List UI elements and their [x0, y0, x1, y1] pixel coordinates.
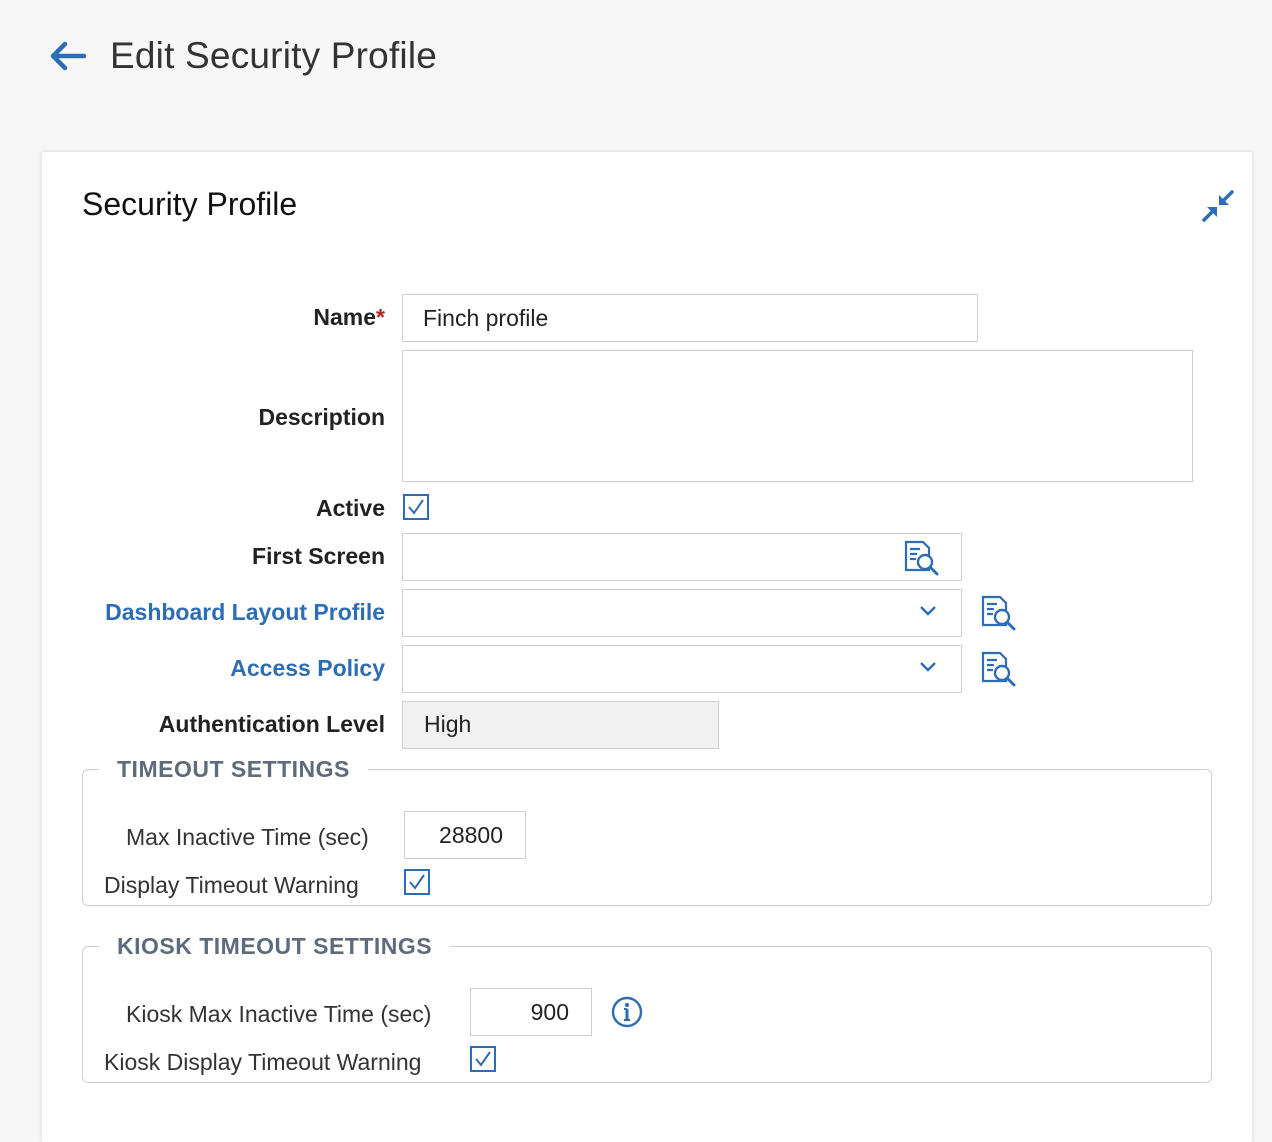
access-policy-link[interactable]: Access Policy: [230, 655, 385, 682]
kiosk-max-inactive-time-field: [470, 988, 592, 1036]
checkmark-icon: [475, 1051, 491, 1067]
kiosk-max-inactive-time-input[interactable]: [471, 989, 591, 1035]
name-input[interactable]: [403, 295, 977, 341]
description-label: Description: [258, 404, 385, 430]
checkmark-icon: [408, 499, 424, 515]
first-screen-field[interactable]: [402, 533, 962, 581]
max-inactive-time-input[interactable]: [405, 812, 525, 858]
authentication-level-field: High: [402, 701, 719, 749]
required-asterisk: *: [376, 304, 385, 330]
display-timeout-warning-label: Display Timeout Warning: [104, 872, 359, 898]
description-textarea[interactable]: [403, 351, 1192, 481]
checkmark-icon: [409, 874, 425, 890]
access-policy-lookup-icon[interactable]: [980, 651, 1018, 687]
kiosk-timeout-settings-group: KIOSK TIMEOUT SETTINGS Kiosk Max Inactiv…: [82, 933, 1212, 1083]
active-checkbox[interactable]: [403, 494, 429, 520]
timeout-settings-title: TIMEOUT SETTINGS: [117, 756, 350, 782]
kiosk-max-inactive-time-label: Kiosk Max Inactive Time (sec): [126, 1001, 432, 1027]
chevron-down-icon[interactable]: [919, 605, 937, 617]
kiosk-display-timeout-warning-label: Kiosk Display Timeout Warning: [104, 1049, 422, 1075]
max-inactive-time-field: [404, 811, 526, 859]
page-title: Edit Security Profile: [110, 35, 438, 76]
card-title: Security Profile: [82, 186, 298, 222]
info-icon[interactable]: [611, 996, 643, 1028]
name-label: Name*: [313, 304, 385, 330]
dashboard-layout-lookup-icon[interactable]: [980, 595, 1018, 631]
first-screen-input[interactable]: [403, 534, 883, 580]
access-policy-select[interactable]: [402, 645, 962, 693]
security-profile-card: Security Profile Name* Description Activ…: [42, 152, 1252, 1142]
first-screen-label: First Screen: [252, 543, 385, 569]
lookup-icon[interactable]: [903, 540, 941, 576]
back-button[interactable]: [48, 36, 88, 76]
active-label: Active: [315, 495, 385, 521]
chevron-down-icon[interactable]: [919, 661, 937, 673]
dashboard-layout-profile-link[interactable]: Dashboard Layout Profile: [105, 599, 385, 626]
authentication-level-label: Authentication Level: [158, 711, 385, 737]
arrow-left-icon: [50, 41, 87, 71]
max-inactive-time-label: Max Inactive Time (sec): [126, 824, 369, 850]
collapse-button[interactable]: [1200, 188, 1236, 224]
timeout-settings-group: TIMEOUT SETTINGS Max Inactive Time (sec)…: [82, 756, 1212, 906]
display-timeout-warning-checkbox[interactable]: [404, 869, 430, 895]
collapse-arrows-icon: [1202, 190, 1234, 222]
authentication-level-value: High: [424, 711, 472, 737]
kiosk-display-timeout-warning-checkbox[interactable]: [470, 1046, 496, 1072]
kiosk-timeout-settings-title: KIOSK TIMEOUT SETTINGS: [117, 933, 433, 959]
page-header: Edit Security Profile: [48, 28, 437, 84]
description-field-box: [402, 350, 1193, 482]
name-field-box: [402, 294, 978, 342]
dashboard-layout-profile-select[interactable]: [402, 589, 962, 637]
